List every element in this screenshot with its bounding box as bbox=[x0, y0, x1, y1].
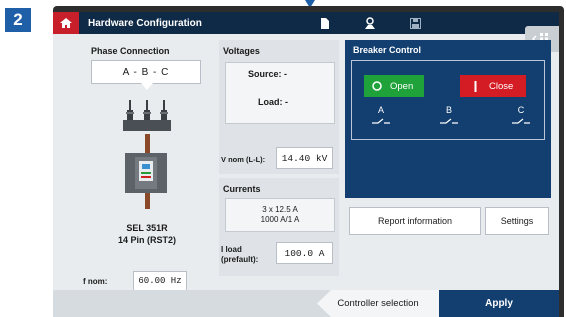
open-button[interactable]: Open bbox=[364, 75, 424, 97]
ct-ratio-line1: 3 x 12.5 A bbox=[262, 205, 298, 214]
ct-ratio-readout: 3 x 12.5 A 1000 A/1 A bbox=[225, 198, 335, 232]
control-cabinet-icon bbox=[125, 153, 167, 193]
save-icon[interactable] bbox=[409, 17, 421, 29]
step-badge: 2 bbox=[5, 8, 31, 32]
load-voltage: Load: - bbox=[258, 97, 288, 107]
close-button-label: Close bbox=[489, 80, 514, 92]
settings-button[interactable]: Settings bbox=[485, 207, 549, 235]
document-icon[interactable] bbox=[319, 17, 331, 29]
source-voltage: Source: - bbox=[248, 69, 288, 79]
open-circle-icon bbox=[372, 81, 382, 91]
home-button[interactable] bbox=[53, 12, 79, 34]
app-screen: Hardware Configuration Phase Connection … bbox=[53, 12, 559, 317]
open-button-label: Open bbox=[390, 80, 414, 92]
ct-ratio-line2: 1000 A/1 A bbox=[260, 215, 300, 224]
fnom-field[interactable]: 60.00 Hz bbox=[133, 271, 187, 291]
apply-button[interactable]: Apply bbox=[439, 290, 559, 317]
phase-b-label: B bbox=[445, 105, 452, 115]
currents-heading: Currents bbox=[223, 184, 261, 194]
switch-open-icon bbox=[512, 118, 530, 124]
iload-field[interactable]: 100.0 A bbox=[276, 242, 333, 264]
bottom-bar: Controller selection Apply bbox=[53, 290, 559, 317]
vnom-label: V nom (L-L): bbox=[221, 155, 266, 164]
relay-pins: 14 Pin (RST2) bbox=[117, 235, 176, 245]
phase-connection-panel: Phase Connection A - B - C SEL 351R 14 P… bbox=[81, 40, 213, 291]
home-icon bbox=[60, 18, 72, 28]
switch-open-icon bbox=[372, 118, 390, 124]
breaker-control-heading: Breaker Control bbox=[353, 45, 422, 55]
close-bar-icon bbox=[474, 80, 477, 92]
controller-selection-button[interactable]: Controller selection bbox=[317, 290, 439, 317]
app-title: Hardware Configuration bbox=[88, 17, 202, 29]
phase-a-label: A bbox=[377, 105, 384, 115]
breaker-control-box: Open Close A B C bbox=[351, 60, 545, 140]
currents-panel: Currents 3 x 12.5 A 1000 A/1 A I load (p… bbox=[219, 178, 339, 276]
voltage-readout: Source: - Load: - bbox=[225, 62, 335, 124]
relay-model: SEL 351R 14 Pin (RST2) bbox=[81, 222, 213, 246]
voltages-panel: Voltages Source: - Load: - V nom (L-L): … bbox=[219, 40, 339, 174]
iload-label-line1: I load bbox=[221, 245, 242, 254]
iload-label: I load (prefault): bbox=[221, 245, 258, 265]
pole-segment-lower bbox=[145, 193, 150, 209]
phase-connection-heading: Phase Connection bbox=[91, 46, 170, 56]
iload-label-line2: (prefault): bbox=[221, 255, 259, 264]
phase-c-label: C bbox=[517, 105, 525, 115]
close-button[interactable]: Close bbox=[460, 75, 526, 97]
breaker-control-panel: Breaker Control Open Close A B C bbox=[345, 40, 551, 198]
user-icon[interactable] bbox=[364, 17, 376, 29]
vnom-field[interactable]: 14.40 kV bbox=[276, 147, 333, 169]
voltages-heading: Voltages bbox=[223, 46, 260, 56]
phase-selector[interactable]: A - B - C bbox=[91, 60, 201, 90]
switch-open-icon bbox=[440, 118, 458, 124]
report-information-button[interactable]: Report information bbox=[349, 207, 481, 235]
title-bar: Hardware Configuration bbox=[53, 12, 559, 34]
recloser-icon bbox=[123, 100, 171, 131]
fnom-label: f nom: bbox=[83, 277, 108, 286]
pole-segment bbox=[145, 134, 150, 154]
relay-name: SEL 351R bbox=[126, 223, 168, 233]
